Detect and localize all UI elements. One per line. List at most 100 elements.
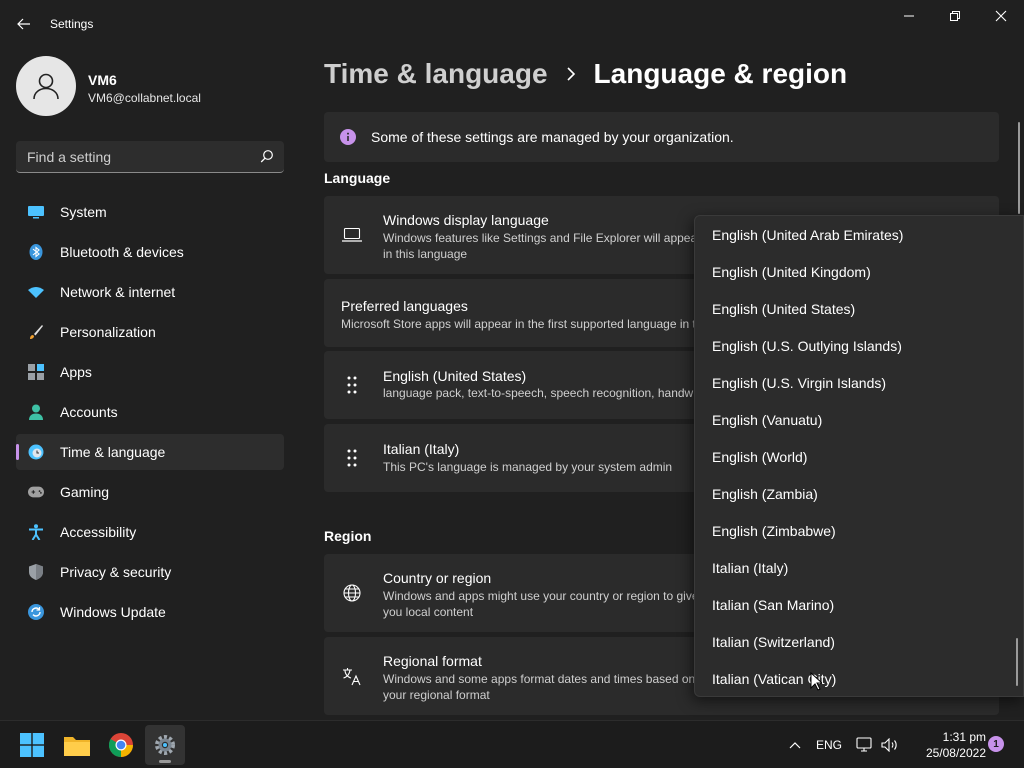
search-box[interactable] (16, 141, 284, 173)
sidebar-item-label: Apps (60, 364, 92, 380)
sidebar-item-label: Privacy & security (60, 564, 172, 580)
search-icon[interactable] (260, 149, 274, 168)
sidebar-item-gaming[interactable]: Gaming (16, 474, 284, 510)
taskbar: ENG 1:31 pm 25/08/2022 (0, 720, 1024, 768)
dropdown-option[interactable]: English (United Arab Emirates) (695, 216, 1015, 253)
language-item-title: Italian (Italy) (383, 441, 460, 457)
avatar (16, 56, 76, 116)
start-icon (20, 733, 44, 757)
banner-text: Some of these settings are managed by yo… (371, 129, 734, 145)
sidebar-item-label: Gaming (60, 484, 110, 500)
start-button[interactable] (12, 725, 52, 765)
chrome-button[interactable] (101, 725, 141, 765)
dropdown-option[interactable]: English (Zimbabwe) (695, 512, 1015, 549)
drag-handle-icon[interactable] (342, 375, 362, 395)
sidebar-item-label: Accessibility (60, 524, 137, 540)
region-heading: Region (324, 528, 372, 544)
preferred-languages-title: Preferred languages (341, 298, 468, 314)
dropdown-option[interactable]: Italian (Italy) (695, 549, 1015, 586)
laptop-icon (342, 225, 362, 245)
preferred-languages-desc: Microsoft Store apps will appear in the … (341, 317, 730, 331)
network-icon[interactable] (854, 721, 876, 768)
taskbar-clock[interactable]: 1:31 pm 25/08/2022 (906, 729, 986, 761)
globe-clock-icon (28, 444, 44, 460)
sidebar-item-apps[interactable]: Apps (16, 354, 284, 390)
accessibility-icon (28, 524, 44, 540)
regional-format-icon (342, 666, 362, 686)
sidebar-item-accounts[interactable]: Accounts (16, 394, 284, 430)
sidebar-item-privacy[interactable]: Privacy & security (16, 554, 284, 590)
sidebar-item-label: Accounts (60, 404, 118, 420)
volume-icon[interactable] (879, 721, 901, 768)
sidebar-item-network[interactable]: Network & internet (16, 274, 284, 310)
mouse-cursor-icon (810, 671, 824, 696)
minimize-button[interactable] (886, 4, 932, 28)
dropdown-option[interactable]: English (Zambia) (695, 475, 1015, 512)
sidebar-item-label: Personalization (60, 324, 156, 340)
app-title: Settings (50, 17, 94, 31)
language-item-title: English (United States) (383, 368, 527, 384)
dropdown-option[interactable]: Italian (Vatican City) (695, 660, 1015, 696)
sidebar-item-personalization[interactable]: Personalization (16, 314, 284, 350)
sidebar-item-time-language[interactable]: Time & language (16, 434, 284, 470)
dropdown-option[interactable]: Italian (San Marino) (695, 586, 1015, 623)
country-region-desc: Windows and apps might use your country … (383, 589, 699, 619)
page-title: Language & region (593, 58, 848, 89)
file-explorer-icon (64, 737, 90, 756)
dropdown-scrollbar[interactable] (1016, 638, 1018, 686)
file-explorer-button[interactable] (57, 725, 97, 765)
display-language-dropdown[interactable]: English (United Arab Emirates) English (… (694, 215, 1024, 697)
title-bar: Settings (0, 0, 1024, 48)
monitor-icon (28, 204, 44, 220)
bluetooth-icon (28, 244, 44, 260)
chrome-icon (109, 733, 133, 757)
sidebar-item-system[interactable]: System (16, 194, 284, 230)
regional-format-title: Regional format (383, 653, 482, 669)
sidebar-item-label: Network & internet (60, 284, 176, 300)
update-icon (28, 604, 44, 620)
country-region-title: Country or region (383, 570, 492, 586)
dropdown-option[interactable]: English (World) (695, 438, 1015, 475)
managed-by-org-banner: Some of these settings are managed by yo… (324, 112, 999, 162)
sidebar-item-bluetooth[interactable]: Bluetooth & devices (16, 234, 284, 270)
back-button[interactable] (12, 12, 36, 36)
close-icon (995, 10, 1007, 22)
user-name: VM6 (88, 72, 117, 88)
language-heading: Language (324, 170, 391, 186)
dropdown-option[interactable]: English (U.S. Outlying Islands) (695, 327, 1015, 364)
breadcrumb: Time & language Language & region (324, 58, 847, 90)
search-input[interactable] (16, 141, 246, 172)
back-arrow-icon (17, 18, 30, 30)
brush-icon (28, 324, 44, 340)
settings-app-button[interactable] (145, 725, 185, 765)
dropdown-option[interactable]: English (United States) (695, 290, 1015, 327)
apps-icon (28, 364, 44, 380)
settings-icon (155, 735, 175, 755)
dropdown-option[interactable]: English (U.S. Virgin Islands) (695, 364, 1015, 401)
globe-icon (342, 583, 362, 603)
person-icon (33, 73, 59, 100)
display-language-title: Windows display language (383, 212, 549, 228)
maximize-button[interactable] (932, 4, 978, 28)
clock-time: 1:31 pm (942, 730, 986, 744)
sidebar-item-label: System (60, 204, 107, 220)
close-button[interactable] (978, 4, 1024, 28)
dropdown-option[interactable]: English (United Kingdom) (695, 253, 1015, 290)
drag-handle-icon[interactable] (342, 448, 362, 468)
user-email: VM6@collabnet.local (88, 91, 201, 105)
sidebar-item-label: Bluetooth & devices (60, 244, 184, 260)
dropdown-option[interactable]: Italian (Switzerland) (695, 623, 1015, 660)
notification-badge[interactable]: 1 (988, 736, 1004, 752)
person-icon (28, 404, 44, 420)
input-language-indicator[interactable]: ENG (812, 721, 846, 768)
breadcrumb-parent[interactable]: Time & language (324, 58, 548, 90)
sidebar-item-windows-update[interactable]: Windows Update (16, 594, 284, 630)
language-item-desc: This PC's language is managed by your sy… (383, 460, 673, 474)
show-hidden-icons-button[interactable] (784, 721, 806, 768)
sidebar-nav: System Bluetooth & devices Network & int… (16, 194, 284, 634)
restore-icon (950, 11, 960, 21)
sidebar-item-accessibility[interactable]: Accessibility (16, 514, 284, 550)
user-profile[interactable]: VM6 VM6@collabnet.local (16, 56, 286, 118)
main-scrollbar[interactable] (1018, 122, 1020, 214)
dropdown-option[interactable]: English (Vanuatu) (695, 401, 1015, 438)
